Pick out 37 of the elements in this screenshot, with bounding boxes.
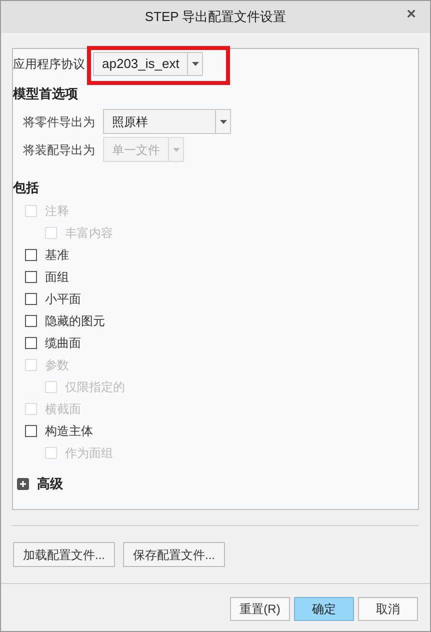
checkbox[interactable] — [25, 337, 37, 349]
checkbox-label: 丰富内容 — [65, 225, 113, 242]
checkbox-label: 构造主体 — [45, 423, 93, 440]
caret-icon — [172, 148, 180, 152]
checkbox-label: 横截面 — [45, 401, 81, 418]
load-save-button[interactable]: 保存配置文件... — [123, 542, 226, 567]
protocol-dropdown[interactable]: ap203_is_ext — [93, 52, 204, 76]
dialog-button[interactable]: 取消 — [358, 597, 418, 621]
checkbox-label: 仅限指定的 — [65, 379, 125, 396]
dialog-button[interactable]: 确定 — [294, 597, 354, 621]
checkbox[interactable] — [25, 271, 37, 283]
checkbox[interactable] — [25, 315, 37, 327]
checkbox[interactable] — [25, 293, 37, 305]
checkbox-label: 作为面组 — [65, 445, 113, 462]
section-heading: 包括 — [13, 178, 40, 196]
dropdown[interactable]: 照原样 — [103, 109, 231, 134]
section-heading: 模型首选项 — [13, 85, 79, 103]
checkbox-label: 小平面 — [45, 291, 81, 308]
checkbox[interactable] — [25, 425, 37, 437]
checkbox-label: 缆曲面 — [45, 335, 81, 352]
caret-icon — [192, 62, 199, 66]
checkbox-label: 注释 — [45, 203, 69, 220]
checkbox[interactable] — [25, 249, 37, 261]
checkbox-label: 面组 — [45, 269, 69, 286]
expand-icon[interactable] — [17, 478, 29, 490]
window-title: STEP 导出配置文件设置 — [144, 8, 286, 26]
checkbox-label: 基准 — [45, 247, 69, 264]
field-label: 应用程序协议 — [13, 56, 85, 73]
caret-icon — [220, 120, 226, 124]
close-button[interactable]: × — [402, 7, 420, 23]
section-heading: 高级 — [37, 475, 63, 493]
field-label: 将零件导出为 — [23, 114, 95, 130]
checkbox-label: 隐藏的图元 — [45, 313, 105, 330]
field-label: 将装配导出为 — [23, 142, 95, 158]
dialog-button[interactable]: 重置(R) — [230, 597, 290, 621]
load-save-button[interactable]: 加载配置文件... — [13, 542, 116, 567]
checkbox-label: 参数 — [45, 357, 69, 374]
